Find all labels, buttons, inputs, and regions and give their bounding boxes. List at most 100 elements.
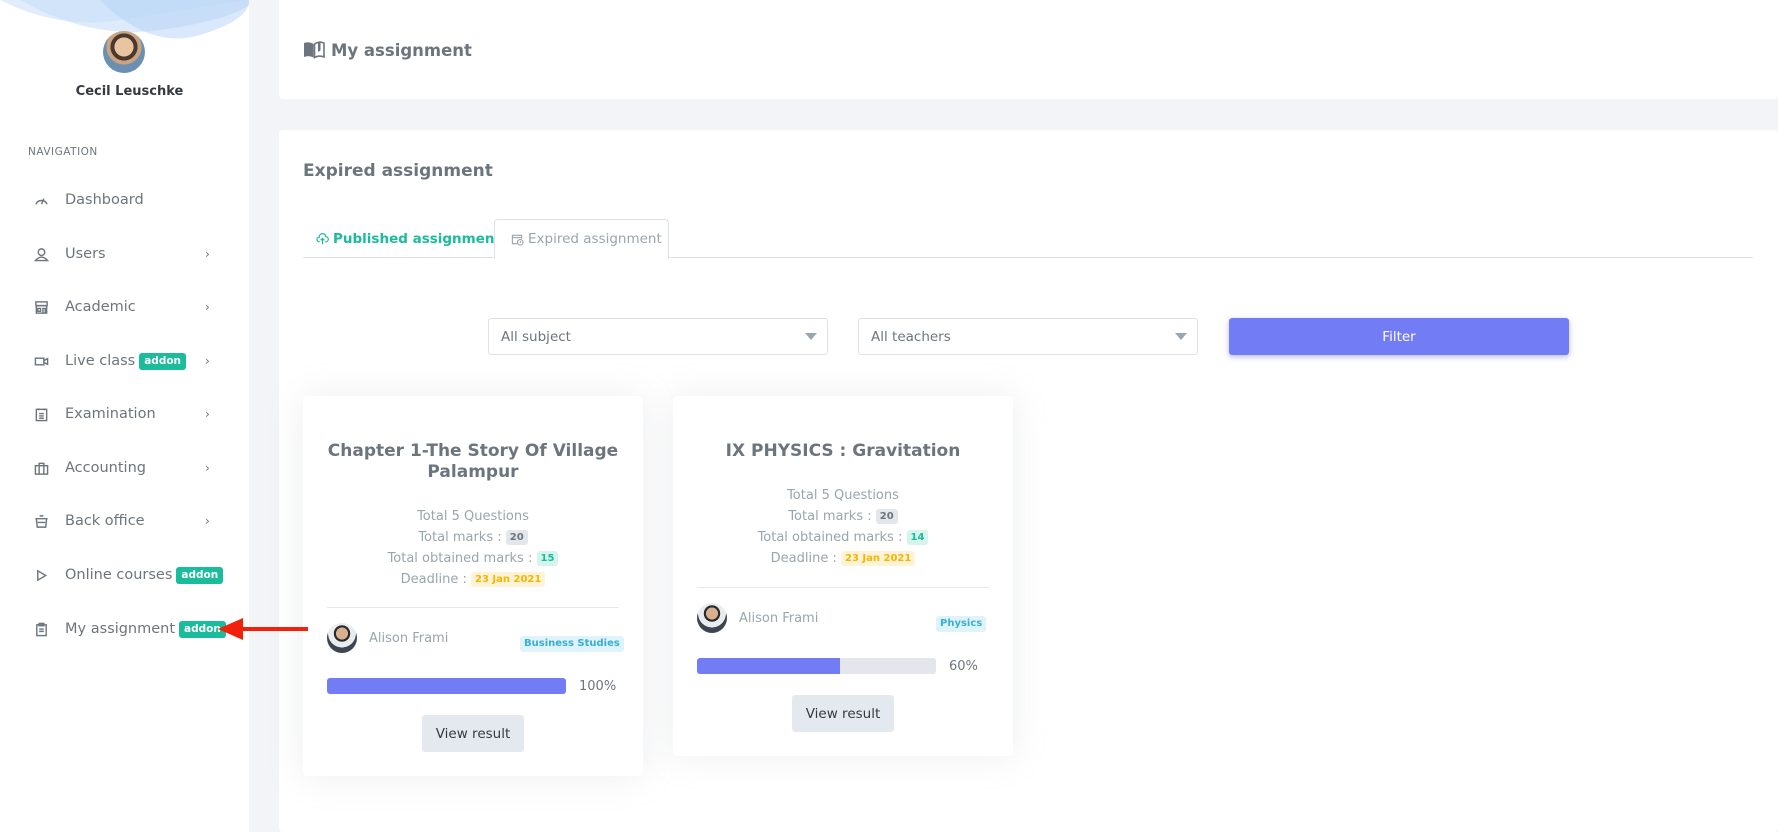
progress-fill — [327, 678, 566, 694]
assignment-info: Total 5 Questions Total marks : 20 Total… — [303, 506, 643, 590]
tab-expired-assignment[interactable]: Expired assignment — [494, 219, 669, 259]
total-questions: Total 5 Questions — [417, 509, 529, 524]
chevron-right-icon: › — [205, 247, 210, 261]
progress-label: 60% — [949, 659, 978, 674]
sidebar-item-label: Accounting — [65, 460, 146, 476]
obtained-marks-label: Total obtained marks : — [387, 551, 533, 566]
teacher-select-value: All teachers — [871, 328, 951, 345]
assignment-info: Total 5 Questions Total marks : 20 Total… — [673, 485, 1013, 569]
sidebar-item-academic[interactable]: Academic › — [0, 287, 249, 327]
assignment-title: IX PHYSICS : Gravitation — [725, 441, 961, 461]
progress-fill — [697, 658, 841, 674]
sidebar-item-label: Online courses addon — [65, 566, 224, 584]
teacher-name: Alison Frami — [739, 611, 819, 626]
subject-select-value: All subject — [501, 328, 571, 345]
sidebar-item-label: Live class addon — [65, 352, 187, 370]
clipboard-list-icon — [33, 406, 49, 422]
chevron-right-icon: › — [205, 300, 210, 314]
sidebar-item-label: Examination — [65, 406, 156, 422]
obtained-marks-row: Total obtained marks : 15 — [303, 548, 643, 569]
label-text: Online courses — [65, 567, 173, 583]
teacher-avatar — [697, 603, 727, 633]
nav-heading: NAVIGATION — [28, 146, 98, 158]
subject-select[interactable]: All subject — [488, 318, 828, 355]
user-avatar[interactable] — [103, 31, 145, 73]
obtained-marks-badge: 15 — [536, 551, 559, 566]
total-marks-label: Total marks : — [788, 509, 872, 524]
divider — [697, 587, 989, 588]
total-questions: Total 5 Questions — [787, 488, 899, 503]
assignment-card: IX PHYSICS : Gravitation Total 5 Questio… — [673, 396, 1013, 756]
sidebar: Cecil Leuschke NAVIGATION Dashboard User… — [0, 0, 249, 832]
book-open-icon — [304, 41, 325, 59]
tab-published-assignment[interactable]: Published assignment — [316, 219, 501, 258]
play-icon — [33, 567, 49, 583]
sidebar-item-live-class[interactable]: Live class addon › — [0, 341, 249, 381]
calendar-clock-icon — [511, 234, 524, 246]
view-result-button[interactable]: View result — [422, 715, 524, 752]
assignment-title: Chapter 1-The Story Of Village Palampur — [327, 441, 619, 482]
obtained-marks-badge: 14 — [906, 530, 929, 545]
section-title: Expired assignment — [303, 161, 493, 181]
deadline-row: Deadline : 23 Jan 2021 — [673, 548, 1013, 569]
dashboard-gauge-icon — [33, 192, 49, 208]
total-marks-label: Total marks : — [418, 530, 502, 545]
addon-badge: addon — [139, 352, 187, 370]
sidebar-item-users[interactable]: Users › — [0, 234, 249, 274]
sidebar-item-dashboard[interactable]: Dashboard — [0, 180, 249, 220]
total-marks-badge: 20 — [505, 530, 528, 545]
sidebar-item-label: Back office — [65, 513, 145, 529]
label-text: My assignment — [65, 621, 176, 637]
view-result-button[interactable]: View result — [792, 695, 894, 732]
page-title: My assignment — [303, 40, 472, 60]
sidebar-item-back-office[interactable]: Back office › — [0, 501, 249, 541]
subject-badge: Physics — [936, 616, 987, 632]
addon-badge: addon — [176, 566, 224, 584]
tab-label: Expired assignment — [528, 231, 662, 247]
chevron-right-icon: › — [205, 354, 210, 368]
teacher-avatar — [327, 623, 357, 653]
user-name: Cecil Leuschke — [75, 84, 184, 99]
deadline-row: Deadline : 23 Jan 2021 — [303, 569, 643, 590]
total-marks-row: Total marks : 20 — [303, 527, 643, 548]
deadline-badge: 23 Jan 2021 — [841, 551, 916, 566]
obtained-marks-label: Total obtained marks : — [757, 530, 903, 545]
total-marks-badge: 20 — [875, 509, 898, 524]
label-text: Live class — [65, 353, 136, 369]
progress-bar — [697, 658, 936, 674]
caret-down-icon — [805, 333, 817, 340]
basket-icon — [33, 513, 49, 529]
sidebar-item-label: Users — [65, 246, 106, 262]
user-icon — [33, 246, 49, 262]
teacher-name: Alison Frami — [369, 631, 449, 646]
progress-bar — [327, 678, 566, 694]
divider — [327, 607, 619, 608]
sidebar-item-examination[interactable]: Examination › — [0, 394, 249, 434]
sidebar-item-accounting[interactable]: Accounting › — [0, 448, 249, 488]
cloud-upload-icon — [316, 233, 329, 245]
sidebar-item-label: Dashboard — [65, 192, 144, 208]
chevron-right-icon: › — [205, 407, 210, 421]
annotation-arrow-icon — [218, 618, 308, 640]
chevron-right-icon: › — [205, 514, 210, 528]
assignment-tabs: Published assignment Expired assignment — [303, 219, 1753, 259]
tab-label: Published assignment — [333, 230, 501, 247]
subject-badge: Business Studies — [520, 636, 624, 652]
chevron-right-icon: › — [205, 461, 210, 475]
assignment-card: Chapter 1-The Story Of Village Palampur … — [303, 396, 643, 776]
deadline-label: Deadline : — [400, 572, 467, 587]
total-marks-row: Total marks : 20 — [673, 506, 1013, 527]
sidebar-item-online-courses[interactable]: Online courses addon — [0, 555, 249, 595]
obtained-marks-row: Total obtained marks : 14 — [673, 527, 1013, 548]
deadline-label: Deadline : — [770, 551, 837, 566]
page-title-text: My assignment — [331, 40, 472, 60]
filter-button[interactable]: Filter — [1229, 318, 1569, 355]
page-header — [279, 0, 1778, 99]
deadline-badge: 23 Jan 2021 — [471, 572, 546, 587]
caret-down-icon — [1175, 333, 1187, 340]
sidebar-item-label: My assignment addon — [65, 620, 226, 638]
progress-label: 100% — [579, 679, 617, 694]
teacher-select[interactable]: All teachers — [858, 318, 1198, 355]
sidebar-item-my-assignment[interactable]: My assignment addon — [0, 609, 249, 649]
briefcase-icon — [33, 460, 49, 476]
